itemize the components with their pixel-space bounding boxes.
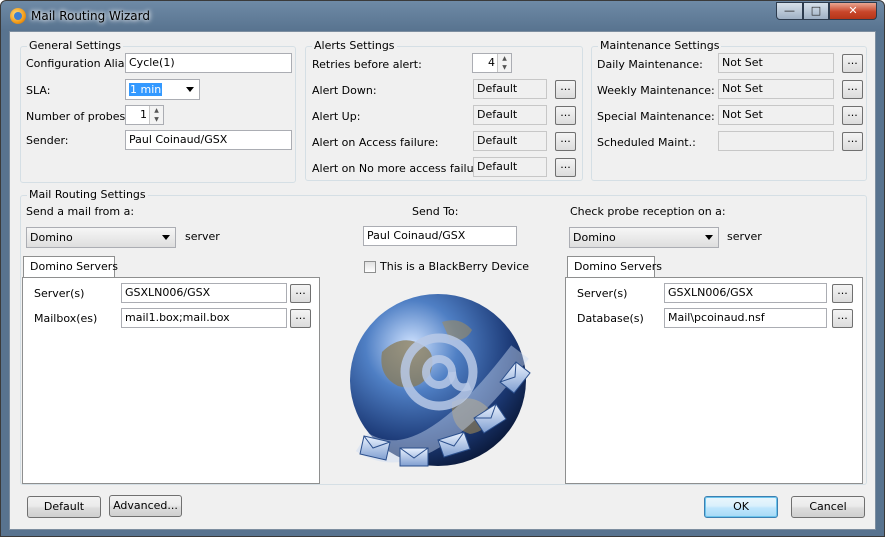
scheduled-maintenance-label: Scheduled Maint.: [597,136,696,149]
alert-up-browse-button[interactable]: ... [555,106,576,125]
check-reception-value: Domino [573,231,616,244]
right-database-field[interactable]: Mail\pcoinaud.nsf [664,308,827,328]
special-maintenance-field: Not Set [718,105,834,125]
send-from-label: Send a mail from a: [26,205,135,218]
right-database-browse-button[interactable]: ... [832,309,853,328]
spin-up-icon[interactable]: ▲ [149,106,163,115]
retries-value: 4 [488,56,495,69]
tab-reception-domino-servers[interactable]: Domino Servers [567,256,662,278]
alert-access-failure-field: Default [473,131,547,151]
blackberry-label[interactable]: This is a BlackBerry Device [380,260,529,273]
probes-spinner[interactable]: 1 ▲ ▼ [125,105,164,125]
left-server-browse-button[interactable]: ... [290,284,311,303]
retries-label: Retries before alert: [312,58,422,71]
special-maintenance-browse-button[interactable]: ... [842,106,863,125]
daily-maintenance-browse-button[interactable]: ... [842,54,863,73]
daily-maintenance-label: Daily Maintenance: [597,58,703,71]
alert-no-access-failure-label: Alert on No more access failure: [312,162,489,175]
special-maintenance-label: Special Maintenance: [597,110,715,123]
cancel-button[interactable]: Cancel [791,496,865,518]
wizard-window: Mail Routing Wizard — □ ✕ General Settin… [0,0,885,537]
retries-spinner[interactable]: 4 ▲ ▼ [472,53,512,73]
left-server-label: Server(s) [34,287,85,300]
default-button-label: Default [43,500,85,513]
check-reception-select[interactable]: Domino [569,227,719,248]
ok-button[interactable]: OK [704,496,778,518]
blackberry-checkbox[interactable] [364,261,376,273]
alert-down-browse-button[interactable]: ... [555,80,576,99]
left-mailbox-field[interactable]: mail1.box;mail.box [121,308,287,328]
right-server-label: Server(s) [577,287,628,300]
mail-routing-legend: Mail Routing Settings [27,188,148,201]
scheduled-maintenance-browse-button[interactable]: ... [842,132,863,151]
left-mailbox-browse-button[interactable]: ... [290,309,311,328]
sender-label: Sender: [26,134,69,147]
alias-label: Configuration Alias: [26,57,134,70]
send-from-select[interactable]: Domino [26,227,176,248]
window-title: Mail Routing Wizard [31,9,150,23]
right-server-field[interactable]: GSXLN006/GSX [664,283,827,303]
minimize-button[interactable]: — [776,2,803,20]
spin-up-icon[interactable]: ▲ [497,54,511,63]
check-reception-label: Check probe reception on a: [570,205,726,218]
tab-sender-domino-servers[interactable]: Domino Servers [23,256,118,278]
spin-down-icon[interactable]: ▼ [497,63,511,72]
sla-label: SLA: [26,84,51,97]
check-reception-suffix: server [727,230,762,243]
alerts-settings-legend: Alerts Settings [312,39,397,52]
probes-label: Number of probes: [26,110,129,123]
title-bar[interactable]: Mail Routing Wizard — □ ✕ [1,1,884,31]
close-button[interactable]: ✕ [829,2,877,20]
alert-up-field: Default [473,105,547,125]
scheduled-maintenance-field [718,131,834,151]
alert-no-access-failure-browse-button[interactable]: ... [555,158,576,177]
app-icon [10,8,26,24]
check-reception-dropdown-icon [705,235,713,240]
right-database-label: Database(s) [577,312,644,325]
right-server-browse-button[interactable]: ... [832,284,853,303]
general-settings-legend: General Settings [27,39,123,52]
send-from-value: Domino [30,231,73,244]
alert-down-field: Default [473,79,547,99]
probes-value: 1 [140,108,147,121]
maintenance-settings-legend: Maintenance Settings [598,39,722,52]
weekly-maintenance-label: Weekly Maintenance: [597,84,715,97]
left-mailbox-label: Mailbox(es) [34,312,98,325]
advanced-button[interactable]: Advanced... [109,495,182,517]
default-button[interactable]: Default [27,496,101,518]
left-server-field[interactable]: GSXLN006/GSX [121,283,287,303]
sla-dropdown-icon [186,87,194,92]
maximize-button[interactable]: □ [803,2,829,20]
spin-down-icon[interactable]: ▼ [149,115,163,124]
weekly-maintenance-browse-button[interactable]: ... [842,80,863,99]
sla-select[interactable]: 1 min [125,79,200,100]
alert-down-label: Alert Down: [312,84,377,97]
alert-access-failure-label: Alert on Access failure: [312,136,439,149]
sender-field[interactable]: Paul Coinaud/GSX [125,130,292,150]
daily-maintenance-field: Not Set [718,53,834,73]
weekly-maintenance-field: Not Set [718,79,834,99]
alert-up-label: Alert Up: [312,110,361,123]
email-globe-illustration [350,294,531,467]
sla-value: 1 min [129,83,163,96]
alert-no-access-failure-field: Default [473,157,547,177]
send-from-suffix: server [185,230,220,243]
send-to-field[interactable]: Paul Coinaud/GSX [363,226,517,246]
send-to-label: Send To: [412,205,459,218]
alert-access-failure-browse-button[interactable]: ... [555,132,576,151]
send-from-dropdown-icon [162,235,170,240]
dialog-client: General Settings Configuration Alias: Cy… [9,31,876,530]
alias-field[interactable]: Cycle(1) [125,53,292,73]
cancel-button-label: Cancel [809,500,847,513]
